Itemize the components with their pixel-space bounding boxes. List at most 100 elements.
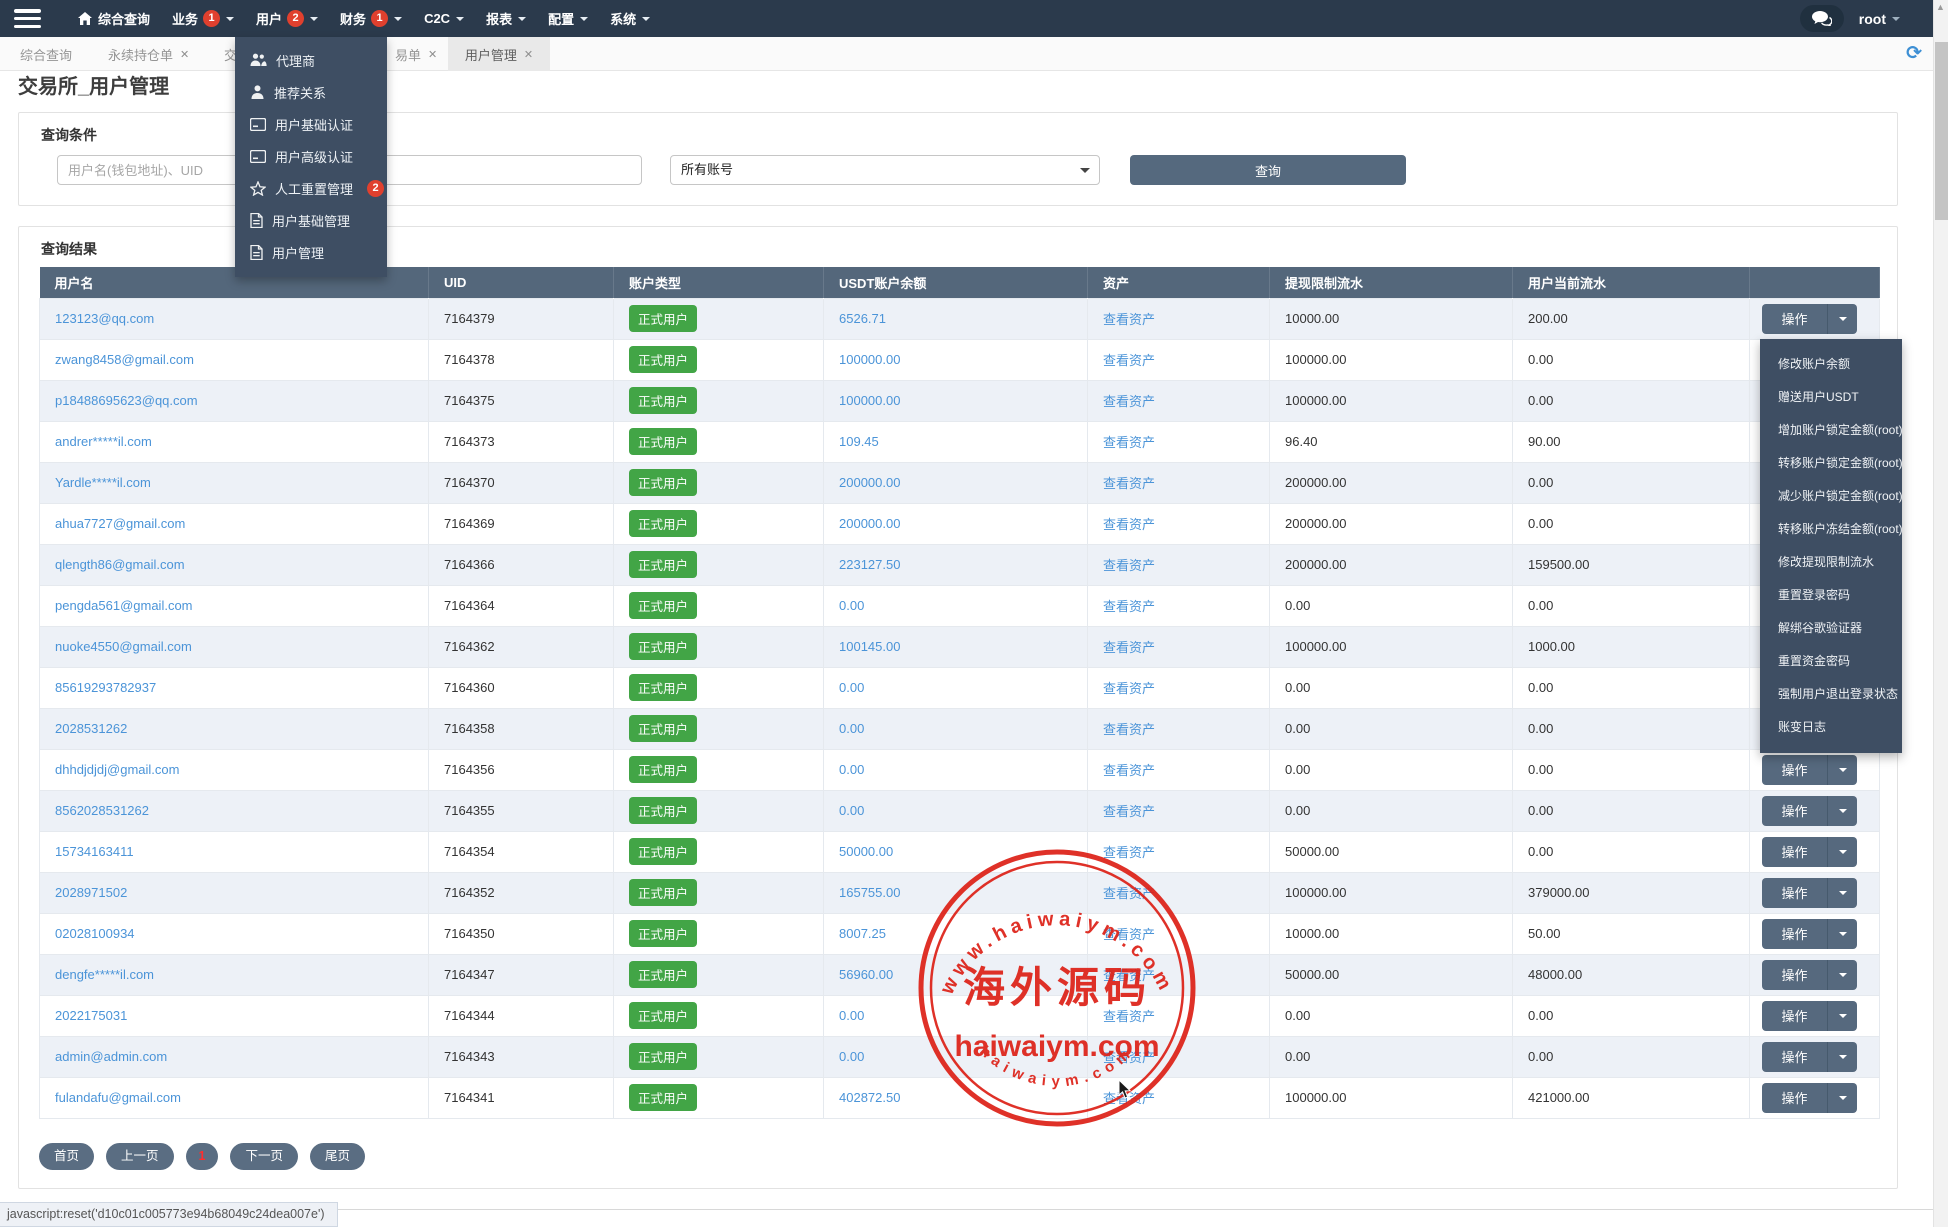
username-link[interactable]: 02028100934 — [55, 926, 135, 941]
action-split-button[interactable]: 操作 — [1762, 959, 1857, 990]
tab-perpetual-positions[interactable]: 永续持仓单 ✕ — [102, 37, 195, 71]
usdt-balance-link[interactable]: 56960.00 — [839, 967, 893, 982]
username-link[interactable]: 15734163411 — [55, 844, 134, 859]
usdt-balance-link[interactable]: 0.00 — [839, 803, 864, 818]
action-button-label[interactable]: 操作 — [1762, 754, 1828, 785]
menu-item-agents[interactable]: 代理商 — [235, 44, 387, 76]
action-menu-item[interactable]: 转移账户锁定金额(root) — [1760, 447, 1903, 480]
view-assets-link[interactable]: 查看资产 — [1103, 845, 1155, 860]
usdt-balance-link[interactable]: 0.00 — [839, 598, 864, 613]
action-menu-item[interactable]: 账变日志 — [1760, 711, 1902, 744]
action-split-button[interactable]: 操作 — [1762, 877, 1857, 908]
usdt-balance-link[interactable]: 100000.00 — [839, 352, 900, 367]
view-assets-link[interactable]: 查看资产 — [1103, 394, 1155, 409]
username-link[interactable]: qlength86@gmail.com — [55, 557, 185, 572]
action-menu-item[interactable]: 重置登录密码 — [1760, 579, 1902, 612]
nav-item-business[interactable]: 业务 1 — [161, 0, 245, 37]
menu-item-advanced-kyc[interactable]: 用户高级认证 — [235, 140, 387, 172]
tab-hidden-2[interactable]: 易单 ✕ — [389, 37, 443, 71]
action-menu-item[interactable]: 修改提现限制流水 — [1760, 546, 1902, 579]
action-caret-button[interactable] — [1828, 878, 1857, 908]
query-button[interactable]: 查询 — [1130, 155, 1406, 185]
current-page-button[interactable]: 1 — [185, 1143, 219, 1170]
usdt-balance-link[interactable]: 0.00 — [839, 762, 864, 777]
view-assets-link[interactable]: 查看资产 — [1103, 353, 1155, 368]
username-link[interactable]: dengfe*****il.com — [55, 967, 154, 982]
usdt-balance-link[interactable]: 402872.50 — [839, 1090, 900, 1105]
usdt-balance-link[interactable]: 200000.00 — [839, 516, 900, 531]
action-button-label[interactable]: 操作 — [1762, 877, 1828, 908]
action-caret-button[interactable] — [1828, 1042, 1857, 1072]
usdt-balance-link[interactable]: 50000.00 — [839, 844, 893, 859]
action-button-label[interactable]: 操作 — [1762, 918, 1828, 949]
action-button-label[interactable]: 操作 — [1762, 303, 1828, 334]
view-assets-link[interactable]: 查看资产 — [1103, 681, 1155, 696]
close-icon[interactable]: ✕ — [524, 48, 533, 61]
action-button-label[interactable]: 操作 — [1762, 1082, 1828, 1113]
view-assets-link[interactable]: 查看资产 — [1103, 763, 1155, 778]
action-button-label[interactable]: 操作 — [1762, 795, 1828, 826]
action-split-button[interactable]: 操作 — [1762, 1082, 1857, 1113]
view-assets-link[interactable]: 查看资产 — [1103, 435, 1155, 450]
username-link[interactable]: ahua7727@gmail.com — [55, 516, 185, 531]
action-caret-button[interactable] — [1828, 919, 1857, 949]
usdt-balance-link[interactable]: 6526.71 — [839, 311, 886, 326]
action-split-button[interactable]: 操作 — [1762, 754, 1857, 785]
scroll-up-icon[interactable]: ▲ — [1936, 2, 1945, 12]
username-link[interactable]: nuoke4550@gmail.com — [55, 639, 192, 654]
last-page-button[interactable]: 尾页 — [310, 1143, 366, 1170]
view-assets-link[interactable]: 查看资产 — [1103, 517, 1155, 532]
chat-button[interactable] — [1799, 5, 1844, 32]
action-split-button[interactable]: 操作 — [1762, 836, 1857, 867]
action-caret-button[interactable] — [1828, 1083, 1857, 1113]
usdt-balance-link[interactable]: 100145.00 — [839, 639, 900, 654]
action-menu-item[interactable]: 解绑谷歌验证器 — [1760, 612, 1902, 645]
action-caret-button[interactable] — [1828, 304, 1857, 334]
tab-overview[interactable]: 综合查询 — [14, 37, 78, 71]
username-link[interactable]: zwang8458@gmail.com — [55, 352, 194, 367]
nav-item-c2c[interactable]: C2C — [413, 0, 475, 37]
action-split-button[interactable]: 操作 — [1762, 1000, 1857, 1031]
scrollbar-thumb[interactable] — [1935, 42, 1948, 220]
usdt-balance-link[interactable]: 0.00 — [839, 1008, 864, 1023]
usdt-balance-link[interactable]: 223127.50 — [839, 557, 900, 572]
username-link[interactable]: 2028531262 — [55, 721, 127, 736]
close-icon[interactable]: ✕ — [180, 48, 189, 61]
action-caret-button[interactable] — [1828, 837, 1857, 867]
menu-item-manual-reset[interactable]: 人工重置管理 2 — [235, 172, 387, 204]
usdt-balance-link[interactable]: 0.00 — [839, 680, 864, 695]
action-menu-item[interactable]: 减少账户锁定金额(root) — [1760, 480, 1903, 513]
view-assets-link[interactable]: 查看资产 — [1103, 927, 1155, 942]
nav-item-users[interactable]: 用户 2 — [245, 0, 329, 37]
usdt-balance-link[interactable]: 0.00 — [839, 721, 864, 736]
view-assets-link[interactable]: 查看资产 — [1103, 1050, 1155, 1065]
view-assets-link[interactable]: 查看资产 — [1103, 722, 1155, 737]
username-link[interactable]: andrer*****il.com — [55, 434, 152, 449]
view-assets-link[interactable]: 查看资产 — [1103, 886, 1155, 901]
action-menu-item[interactable]: 强制用户退出登录状态 — [1760, 678, 1902, 711]
user-menu-root[interactable]: root — [1859, 11, 1900, 27]
action-caret-button[interactable] — [1828, 960, 1857, 990]
action-caret-button[interactable] — [1828, 1001, 1857, 1031]
usdt-balance-link[interactable]: 8007.25 — [839, 926, 886, 941]
usdt-balance-link[interactable]: 109.45 — [839, 434, 879, 449]
username-link[interactable]: 2022175031 — [55, 1008, 127, 1023]
first-page-button[interactable]: 首页 — [39, 1143, 95, 1170]
usdt-balance-link[interactable]: 200000.00 — [839, 475, 900, 490]
tab-user-management[interactable]: 用户管理 ✕ — [448, 37, 550, 71]
refresh-icon[interactable]: ⟳ — [1906, 44, 1922, 63]
view-assets-link[interactable]: 查看资产 — [1103, 1009, 1155, 1024]
username-link[interactable]: 123123@qq.com — [55, 311, 154, 326]
action-button-label[interactable]: 操作 — [1762, 1041, 1828, 1072]
next-page-button[interactable]: 下一页 — [230, 1143, 298, 1170]
action-split-button[interactable]: 操作 — [1762, 1041, 1857, 1072]
prev-page-button[interactable]: 上一页 — [106, 1143, 174, 1170]
action-split-button[interactable]: 操作 — [1762, 795, 1857, 826]
username-link[interactable]: Yardle*****il.com — [55, 475, 151, 490]
view-assets-link[interactable]: 查看资产 — [1103, 312, 1155, 327]
username-link[interactable]: dhhdjdjdj@gmail.com — [55, 762, 179, 777]
menu-item-basic-management[interactable]: 用户基础管理 — [235, 204, 387, 236]
view-assets-link[interactable]: 查看资产 — [1103, 599, 1155, 614]
hamburger-icon[interactable] — [14, 9, 41, 28]
action-split-button[interactable]: 操作 — [1762, 303, 1857, 334]
